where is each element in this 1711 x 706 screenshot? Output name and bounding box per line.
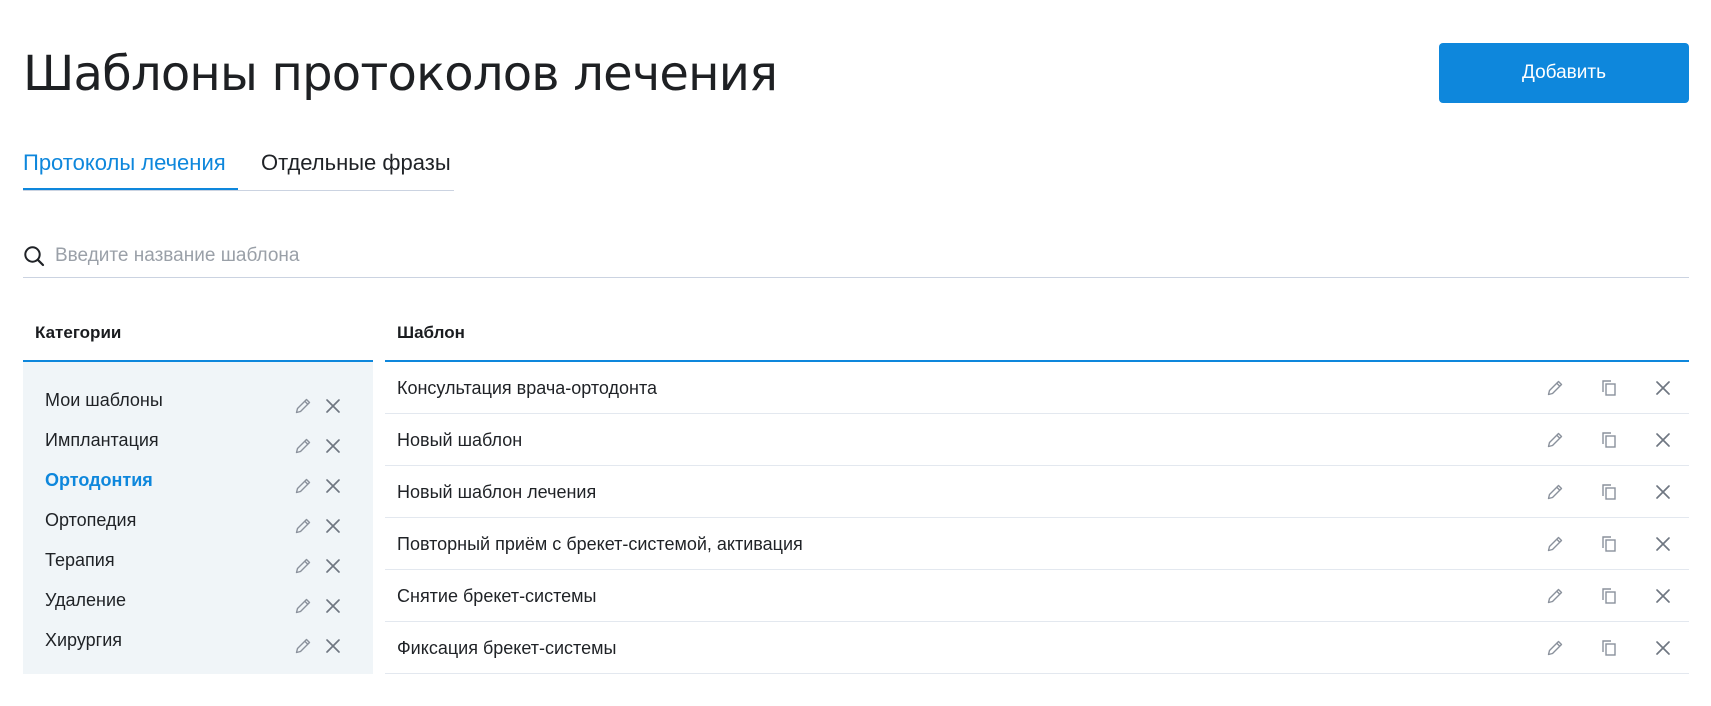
template-actions: [1545, 586, 1673, 606]
copy-icon[interactable]: [1599, 430, 1619, 450]
template-row[interactable]: Повторный приём с брекет-системой, актив…: [385, 518, 1689, 570]
template-label: Снятие брекет-системы: [397, 586, 597, 606]
category-actions: [293, 510, 343, 534]
copy-icon[interactable]: [1599, 638, 1619, 658]
template-actions: [1545, 430, 1673, 450]
copy-icon[interactable]: [1599, 378, 1619, 398]
close-icon[interactable]: [1653, 430, 1673, 450]
copy-icon[interactable]: [1599, 586, 1619, 606]
category-actions: [293, 630, 343, 654]
category-label: Терапия: [45, 550, 115, 570]
pencil-icon[interactable]: [1545, 586, 1565, 606]
pencil-icon[interactable]: [1545, 534, 1565, 554]
template-actions: [1545, 638, 1673, 658]
close-icon[interactable]: [1653, 586, 1673, 606]
close-icon[interactable]: [323, 510, 343, 533]
category-item[interactable]: Терапия: [23, 540, 373, 580]
category-label: Хирургия: [45, 630, 123, 650]
pencil-icon[interactable]: [293, 510, 313, 534]
pencil-icon[interactable]: [1545, 378, 1565, 398]
close-icon[interactable]: [1653, 534, 1673, 554]
close-icon[interactable]: [323, 430, 343, 453]
pencil-icon[interactable]: [293, 550, 313, 574]
tab-treatment-protocols[interactable]: Протоколы лечения: [23, 143, 238, 190]
close-icon[interactable]: [323, 630, 343, 653]
templates-list: Консультация врача-ортодонта Новый шаблон…: [385, 362, 1689, 674]
category-actions: [293, 430, 343, 454]
pencil-icon[interactable]: [293, 430, 313, 454]
template-label: Новый шаблон: [397, 430, 523, 450]
tabs: Протоколы лечения Отдельные фразы: [23, 143, 454, 191]
category-label: Ортопедия: [45, 510, 137, 530]
close-icon[interactable]: [323, 590, 343, 613]
categories-list: Мои шаблоны Имплантация Ортодонтия Ортопеди…: [23, 362, 373, 674]
close-icon[interactable]: [1653, 638, 1673, 658]
search-input[interactable]: [53, 239, 1657, 273]
template-actions: [1545, 534, 1673, 554]
templates-header: Шаблон: [385, 312, 1689, 362]
category-label: Мои шаблоны: [45, 390, 163, 410]
template-actions: [1545, 482, 1673, 502]
template-label: Повторный приём с брекет-системой, актив…: [397, 534, 803, 554]
category-label: Имплантация: [45, 430, 159, 450]
pencil-icon[interactable]: [1545, 430, 1565, 450]
template-label: Консультация врача-ортодонта: [397, 378, 658, 398]
pencil-icon[interactable]: [293, 590, 313, 614]
category-item[interactable]: Ортопедия: [23, 500, 373, 540]
page-title: Шаблоны протоколов лечения: [23, 46, 778, 102]
category-item[interactable]: Ортодонтия: [23, 460, 373, 500]
close-icon[interactable]: [1653, 378, 1673, 398]
close-icon[interactable]: [323, 550, 343, 573]
template-actions: [1545, 378, 1673, 398]
pencil-icon[interactable]: [293, 470, 313, 494]
template-row[interactable]: Консультация врача-ортодонта: [385, 362, 1689, 414]
category-actions: [293, 590, 343, 614]
search-bar: [23, 237, 1689, 278]
pencil-icon[interactable]: [293, 630, 313, 654]
tab-separate-phrases[interactable]: Отдельные фразы: [261, 143, 454, 190]
search-icon: [24, 246, 45, 267]
copy-icon[interactable]: [1599, 534, 1619, 554]
template-label: Новый шаблон лечения: [397, 482, 597, 502]
category-item[interactable]: Имплантация: [23, 420, 373, 460]
categories-header: Категории: [23, 312, 373, 362]
close-icon[interactable]: [323, 390, 343, 413]
template-row[interactable]: Снятие брекет-системы: [385, 570, 1689, 622]
template-row[interactable]: Новый шаблон: [385, 414, 1689, 466]
pencil-icon[interactable]: [1545, 638, 1565, 658]
category-label: Ортодонтия: [45, 470, 153, 490]
template-label: Фиксация брекет-системы: [397, 638, 617, 658]
pencil-icon[interactable]: [1545, 482, 1565, 502]
category-item[interactable]: Мои шаблоны: [23, 380, 373, 420]
categories-panel: Категории Мои шаблоны Имплантация Ортодонт…: [23, 312, 373, 674]
template-row[interactable]: Фиксация брекет-системы: [385, 622, 1689, 674]
template-row[interactable]: Новый шаблон лечения: [385, 466, 1689, 518]
add-button[interactable]: Добавить: [1439, 43, 1689, 103]
category-actions: [293, 470, 343, 494]
templates-panel: Шаблон Консультация врача-ортодонта Новый…: [385, 312, 1689, 674]
category-label: Удаление: [45, 590, 127, 610]
pencil-icon[interactable]: [293, 390, 313, 414]
close-icon[interactable]: [323, 470, 343, 493]
copy-icon[interactable]: [1599, 482, 1619, 502]
category-actions: [293, 390, 343, 414]
close-icon[interactable]: [1653, 482, 1673, 502]
category-actions: [293, 550, 343, 574]
category-item[interactable]: Хирургия: [23, 620, 373, 660]
category-item[interactable]: Удаление: [23, 580, 373, 620]
